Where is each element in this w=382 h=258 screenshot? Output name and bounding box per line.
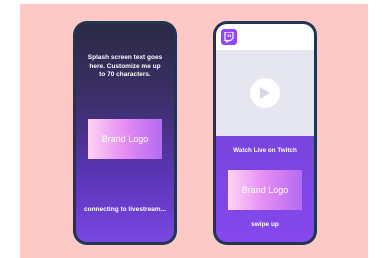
mockup-canvas: Splash screen text goes here. Customize … xyxy=(20,4,368,258)
brand-logo-label: Brand Logo xyxy=(241,185,289,195)
video-player[interactable] xyxy=(216,50,314,136)
brand-logo: Brand Logo xyxy=(228,170,302,210)
play-icon[interactable] xyxy=(250,78,280,108)
top-bar xyxy=(216,24,314,50)
splash-text: Splash screen text goes here. Customize … xyxy=(87,54,163,78)
swipe-up-label[interactable]: swipe up xyxy=(220,221,310,228)
splash-screen: Splash screen text goes here. Customize … xyxy=(76,24,174,242)
watch-live-label[interactable]: Watch Live on Twitch xyxy=(220,147,310,154)
connecting-status: connecting to livestream... xyxy=(84,205,166,213)
live-phone-mockup: Watch Live on Twitch Brand Logo swipe up xyxy=(213,21,317,245)
brand-logo: Brand Logo xyxy=(88,119,162,159)
splash-phone-mockup: Splash screen text goes here. Customize … xyxy=(73,21,177,245)
twitch-icon[interactable] xyxy=(221,29,237,45)
brand-logo-label: Brand Logo xyxy=(101,134,149,144)
live-screen: Watch Live on Twitch Brand Logo swipe up xyxy=(216,24,314,242)
